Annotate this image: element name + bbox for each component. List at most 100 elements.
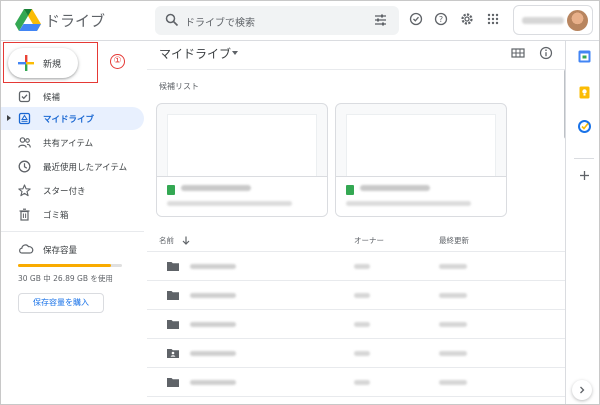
- page-title[interactable]: マイドライブ: [159, 45, 231, 62]
- new-button[interactable]: 新規: [8, 48, 78, 78]
- sidebar-item-label: 候補: [43, 93, 61, 103]
- tune-icon[interactable]: [374, 14, 387, 26]
- sidebar-divider: [1, 231, 144, 232]
- folder-icon: [167, 291, 179, 300]
- file-name-redacted: [360, 185, 430, 191]
- new-button-label: 新規: [43, 60, 62, 70]
- chevron-down-icon[interactable]: [232, 51, 238, 55]
- sidebar-item-label: 最近使用したアイテム: [43, 163, 128, 173]
- buy-storage-button[interactable]: 保存容量を購入: [18, 293, 104, 313]
- folder-name-redacted: [190, 351, 236, 356]
- sidebar-item-shared[interactable]: 共有アイテム: [1, 131, 144, 154]
- storage-usage-text: 30 GB 中 26.89 GB を使用: [18, 274, 113, 283]
- column-header-owner[interactable]: オーナー: [354, 235, 384, 246]
- keep-icon[interactable]: [578, 86, 591, 99]
- file-detail-redacted: [346, 201, 471, 206]
- star-icon: [18, 184, 31, 197]
- modified-redacted: [439, 351, 467, 356]
- sidebar-item-label: スター付き: [43, 187, 86, 197]
- table-row[interactable]: [147, 252, 565, 281]
- cloud-icon: [19, 244, 34, 254]
- suggested-section-label: 候補リスト: [159, 82, 199, 91]
- search-placeholder: ドライブで検索: [185, 18, 255, 29]
- table-row[interactable]: [147, 339, 565, 368]
- owner-redacted: [354, 380, 370, 385]
- folder-name-redacted: [190, 322, 236, 327]
- priority-check-icon: [18, 90, 31, 103]
- owner-redacted: [354, 264, 370, 269]
- modified-redacted: [439, 380, 467, 385]
- sidebar-item-label: マイドライブ: [43, 115, 95, 125]
- folder-icon: [167, 320, 179, 329]
- sidebar-item-starred[interactable]: スター付き: [1, 179, 144, 202]
- offline-check-icon[interactable]: [409, 12, 423, 26]
- settings-icon[interactable]: [460, 12, 474, 26]
- file-detail-redacted: [167, 201, 292, 206]
- step-marker: ①: [110, 54, 125, 69]
- storage-progress-fill: [18, 264, 112, 267]
- account-switcher[interactable]: [513, 5, 593, 35]
- tasks-icon[interactable]: [578, 120, 591, 133]
- suggested-file-card[interactable]: [156, 103, 328, 217]
- table-row[interactable]: [147, 368, 565, 397]
- owner-redacted: [354, 322, 370, 327]
- grid-view-icon[interactable]: [511, 46, 525, 60]
- modified-redacted: [439, 264, 467, 269]
- sidebar-item-label: ゴミ箱: [43, 211, 69, 221]
- drive-logo-icon[interactable]: [15, 9, 41, 31]
- side-panel: [565, 41, 599, 404]
- modified-redacted: [439, 293, 467, 298]
- column-header-modified[interactable]: 最終更新: [439, 235, 469, 246]
- sheets-file-icon: [346, 185, 354, 195]
- apps-grid-icon[interactable]: [486, 12, 500, 26]
- folder-icon: [167, 262, 179, 271]
- file-thumbnail: [167, 114, 317, 176]
- table-row[interactable]: [147, 281, 565, 310]
- clock-icon: [18, 160, 31, 173]
- app-title[interactable]: ドライブ: [45, 10, 105, 31]
- avatar[interactable]: [567, 10, 588, 31]
- expand-panel-button[interactable]: [572, 380, 592, 400]
- my-drive-icon: [18, 112, 31, 125]
- suggested-file-card[interactable]: [335, 103, 507, 217]
- owner-redacted: [354, 293, 370, 298]
- folder-icon: [167, 378, 179, 387]
- account-name-redacted: [522, 17, 564, 24]
- help-icon[interactable]: ?: [434, 12, 448, 26]
- sidebar-item-label: 共有アイテム: [43, 139, 94, 149]
- shared-folder-icon: [167, 349, 179, 358]
- arrow-down-icon[interactable]: [182, 236, 190, 245]
- sidebar-item-my-drive[interactable]: マイドライブ: [1, 107, 144, 130]
- sidebar-item-suggested[interactable]: 候補: [1, 85, 144, 108]
- sidebar-item-recent[interactable]: 最近使用したアイテム: [1, 155, 144, 178]
- search-icon[interactable]: [165, 13, 179, 27]
- plus-icon: [18, 55, 34, 71]
- header: ドライブ ドライブで検索 ?: [1, 1, 599, 41]
- add-addon-icon[interactable]: [578, 169, 591, 182]
- sheets-file-icon: [167, 185, 175, 195]
- svg-text:?: ?: [439, 15, 443, 24]
- file-thumbnail: [346, 114, 496, 176]
- rail-divider: [574, 158, 594, 159]
- card-meta: [157, 176, 327, 216]
- storage-label[interactable]: 保存容量: [43, 244, 77, 256]
- trash-icon: [19, 208, 30, 221]
- calendar-icon[interactable]: [578, 50, 591, 63]
- shared-people-icon: [18, 137, 31, 148]
- table-row[interactable]: [147, 310, 565, 339]
- folder-name-redacted: [190, 264, 236, 269]
- expand-caret-icon[interactable]: [7, 115, 11, 121]
- sidebar-item-trash[interactable]: ゴミ箱: [1, 203, 144, 226]
- file-name-redacted: [181, 185, 251, 191]
- column-header-name[interactable]: 名前: [159, 235, 174, 246]
- search-bar[interactable]: ドライブで検索: [155, 6, 399, 35]
- info-icon[interactable]: [539, 46, 553, 60]
- owner-redacted: [354, 351, 370, 356]
- folder-name-redacted: [190, 293, 236, 298]
- drive-window: ドライブ ドライブで検索 ? 新規 ① 候補 マイドライブ 共有アイテム 最近使…: [0, 0, 600, 405]
- card-meta: [336, 176, 506, 216]
- modified-redacted: [439, 322, 467, 327]
- folder-name-redacted: [190, 380, 236, 385]
- chevron-right-icon: [580, 386, 585, 394]
- header-divider: [147, 69, 565, 70]
